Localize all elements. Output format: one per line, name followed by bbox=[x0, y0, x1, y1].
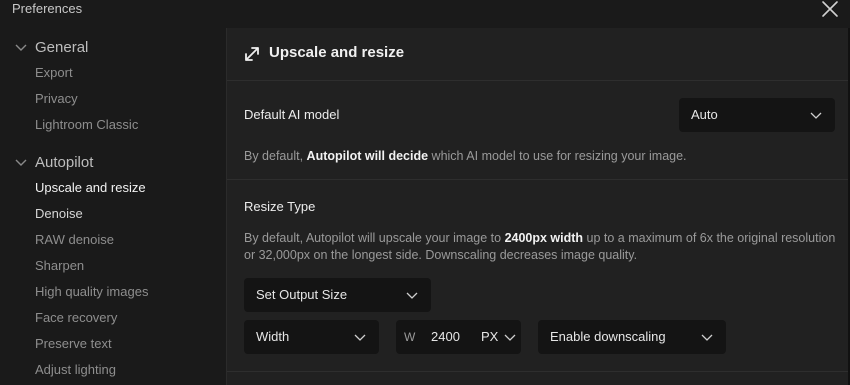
sidebar-item-export[interactable]: Export bbox=[35, 63, 73, 83]
sidebar-item-privacy[interactable]: Privacy bbox=[35, 89, 78, 109]
window-title: Preferences bbox=[12, 1, 83, 16]
output-size-value: Set Output Size bbox=[256, 287, 348, 302]
sidebar-item-lightroom-classic[interactable]: Lightroom Classic bbox=[35, 115, 138, 135]
chevron-down-icon bbox=[354, 334, 366, 341]
sidebar-item-raw-denoise[interactable]: RAW denoise bbox=[35, 230, 114, 250]
page-title: Upscale and resize bbox=[269, 44, 405, 61]
window-titlebar: Preferences bbox=[0, 0, 850, 28]
sidebar: General Export Privacy Lightroom Classic… bbox=[0, 28, 226, 385]
sidebar-item-preserve-text[interactable]: Preserve text bbox=[35, 334, 112, 354]
downscaling-value: Enable downscaling bbox=[550, 329, 666, 344]
resize-type-section: Resize Type By default, Autopilot will u… bbox=[227, 180, 849, 372]
ai-model-label: Default AI model bbox=[244, 107, 340, 122]
size-value-field[interactable]: W 2400 PX bbox=[396, 320, 521, 354]
downscaling-select[interactable]: Enable downscaling bbox=[538, 320, 726, 354]
sidebar-section-label: General bbox=[35, 38, 89, 56]
width-prefix: W bbox=[404, 330, 416, 344]
sidebar-section-general[interactable]: General bbox=[14, 36, 88, 58]
sidebar-item-adjust-lighting[interactable]: Adjust lighting bbox=[35, 360, 116, 380]
resize-type-description: By default, Autopilot will upscale your … bbox=[244, 231, 836, 262]
size-value-input[interactable]: 2400 bbox=[431, 329, 460, 344]
ai-model-section: Default AI model Auto By default, Autopi… bbox=[227, 81, 849, 180]
sidebar-item-upscale-and-resize[interactable]: Upscale and resize bbox=[35, 178, 146, 198]
dimension-select[interactable]: Width bbox=[244, 320, 379, 354]
chevron-down-icon bbox=[504, 334, 516, 341]
resize-type-label: Resize Type bbox=[244, 199, 316, 214]
chevron-down-icon bbox=[810, 112, 822, 119]
sidebar-section-autopilot[interactable]: Autopilot bbox=[14, 151, 93, 173]
ai-model-select[interactable]: Auto bbox=[679, 98, 835, 132]
sidebar-item-denoise[interactable]: Denoise bbox=[35, 204, 83, 224]
close-icon bbox=[822, 1, 838, 17]
dimension-value: Width bbox=[256, 329, 290, 344]
expand-arrows-icon bbox=[245, 47, 259, 61]
sidebar-item-sharpen[interactable]: Sharpen bbox=[35, 256, 84, 276]
settings-panel: Upscale and resize Default AI model Auto… bbox=[226, 28, 849, 385]
sidebar-item-high-quality-images[interactable]: High quality images bbox=[35, 282, 148, 302]
chevron-down-icon bbox=[701, 334, 713, 341]
panel-header: Upscale and resize bbox=[227, 28, 849, 81]
chevron-down-icon bbox=[15, 44, 27, 51]
ai-model-value: Auto bbox=[691, 107, 718, 122]
sidebar-item-face-recovery[interactable]: Face recovery bbox=[35, 308, 117, 328]
sidebar-section-label: Autopilot bbox=[35, 153, 94, 171]
output-size-select[interactable]: Set Output Size bbox=[244, 278, 431, 312]
chevron-down-icon bbox=[15, 159, 27, 166]
chevron-down-icon bbox=[406, 292, 418, 299]
close-button[interactable] bbox=[820, 0, 840, 20]
ai-model-description: By default, Autopilot will decide which … bbox=[244, 149, 687, 163]
unit-select[interactable]: PX bbox=[481, 329, 498, 344]
